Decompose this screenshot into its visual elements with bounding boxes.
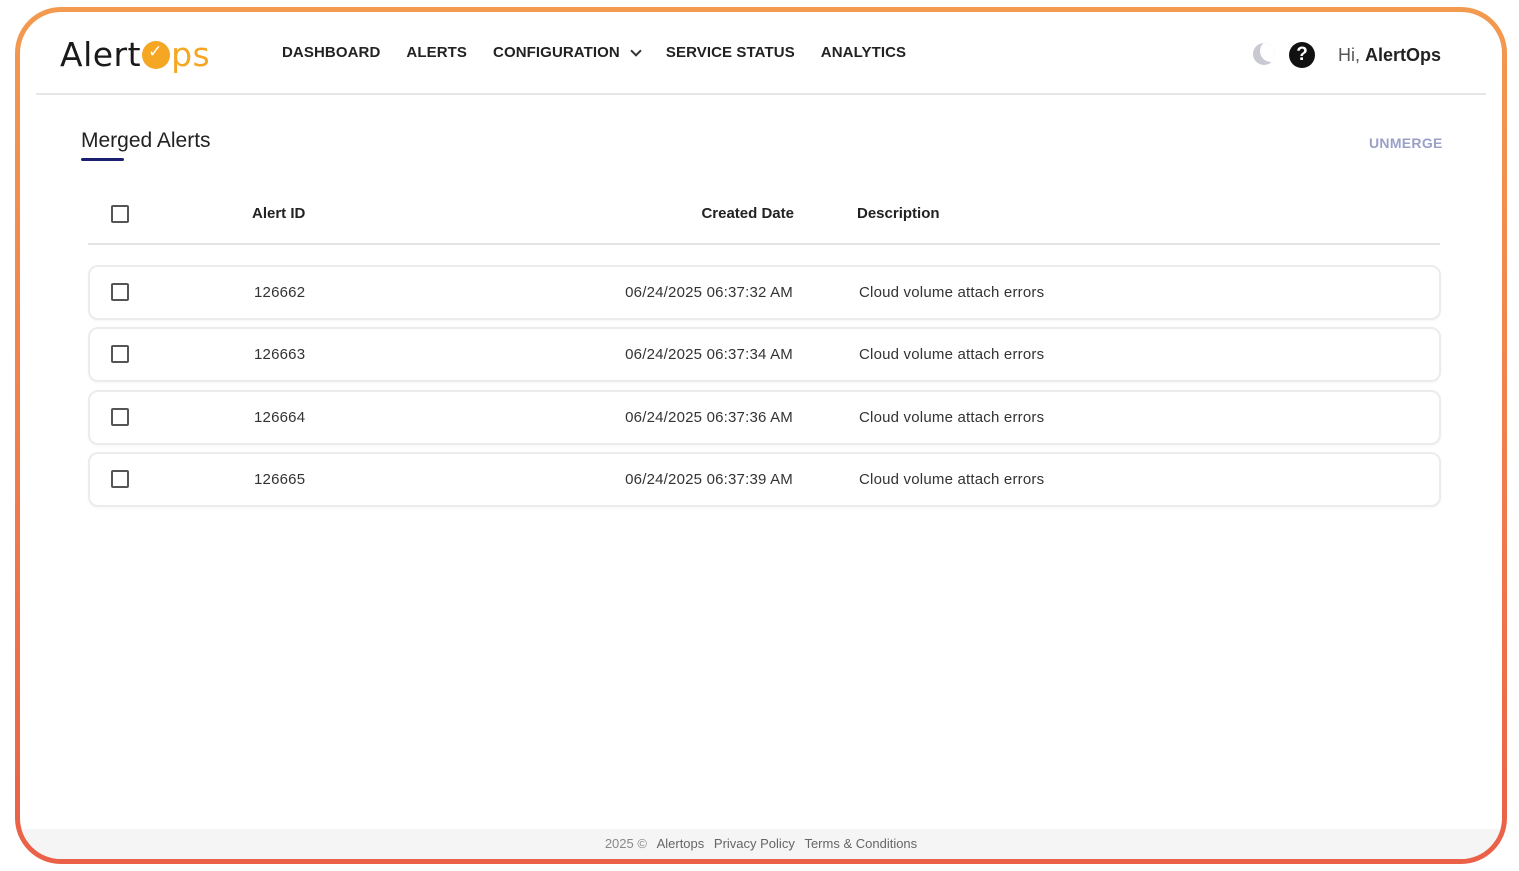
unmerge-button[interactable]: UNMERGE [1369,135,1443,151]
table-row[interactable]: 126664 06/24/2025 06:37:36 AM Cloud volu… [88,390,1441,445]
row-checkbox[interactable] [111,470,129,488]
footer: 2025 © Alertops Privacy Policy Terms & C… [20,829,1502,859]
header-alert-id[interactable]: Alert ID [252,205,305,222]
page-title: Merged Alerts [81,129,211,152]
created-date-cell: 06/24/2025 06:37:34 AM [625,346,793,363]
footer-terms-link[interactable]: Terms & Conditions [804,836,917,851]
alertops-logo[interactable]: Alertps [60,34,210,74]
row-checkbox[interactable] [111,408,129,426]
logo-text-alert: Alert [60,34,142,74]
app-window: Alertps DASHBOARD ALERTS CONFIGURATION S… [20,12,1502,859]
created-date-cell: 06/24/2025 06:37:36 AM [625,409,793,426]
nav-dashboard[interactable]: DASHBOARD [282,44,380,61]
alert-id-cell: 126665 [254,471,306,488]
user-name: AlertOps [1365,45,1442,65]
header-description[interactable]: Description [857,205,940,222]
nav-configuration[interactable]: CONFIGURATION [493,44,642,61]
footer-company-link[interactable]: Alertops [657,836,705,851]
app-frame: Alertps DASHBOARD ALERTS CONFIGURATION S… [15,7,1507,864]
alert-id-cell: 126664 [254,409,306,426]
created-date-cell: 06/24/2025 06:37:32 AM [625,284,793,301]
table-row[interactable]: 126665 06/24/2025 06:37:39 AM Cloud volu… [88,452,1441,507]
greeting-text: Hi, [1338,45,1360,65]
description-cell: Cloud volume attach errors [859,471,1045,488]
description-cell: Cloud volume attach errors [859,409,1045,426]
footer-copyright: 2025 © [604,836,647,851]
select-all-checkbox[interactable] [111,205,129,223]
main-nav: DASHBOARD ALERTS CONFIGURATION SERVICE S… [282,44,932,61]
nav-configuration-label: CONFIGURATION [493,44,620,61]
nav-service-status[interactable]: SERVICE STATUS [666,44,795,61]
nav-analytics-label: ANALYTICS [820,44,907,61]
title-underline [81,158,124,161]
logo-wordmark: Alertps [60,38,210,71]
description-cell: Cloud volume attach errors [859,346,1045,363]
user-greeting[interactable]: Hi, AlertOps [1338,45,1441,66]
logo-check-icon [142,40,171,69]
chevron-down-icon [630,44,642,57]
created-date-cell: 06/24/2025 06:37:39 AM [625,471,793,488]
footer-privacy-link[interactable]: Privacy Policy [714,836,795,851]
help-icon[interactable]: ? [1289,42,1315,68]
moon-icon[interactable] [1253,43,1275,65]
nav-analytics[interactable]: ANALYTICS [821,44,906,61]
header-divider [36,93,1486,95]
nav-alerts[interactable]: ALERTS [406,44,467,61]
table-row[interactable]: 126662 06/24/2025 06:37:32 AM Cloud volu… [88,265,1441,320]
header-created-date[interactable]: Created Date [701,205,794,222]
nav-service-status-label: SERVICE STATUS [665,44,795,61]
table-row[interactable]: 126663 06/24/2025 06:37:34 AM Cloud volu… [88,327,1441,382]
nav-dashboard-label: DASHBOARD [282,44,381,61]
table-header: Alert ID Created Date Description [88,192,1440,245]
row-checkbox[interactable] [111,283,129,301]
alert-id-cell: 126662 [254,284,306,301]
nav-alerts-label: ALERTS [406,44,468,61]
top-header: Alertps DASHBOARD ALERTS CONFIGURATION S… [20,12,1502,95]
description-cell: Cloud volume attach errors [859,284,1045,301]
logo-text-ps: ps [171,34,211,74]
row-checkbox[interactable] [111,345,129,363]
alert-id-cell: 126663 [254,346,306,363]
